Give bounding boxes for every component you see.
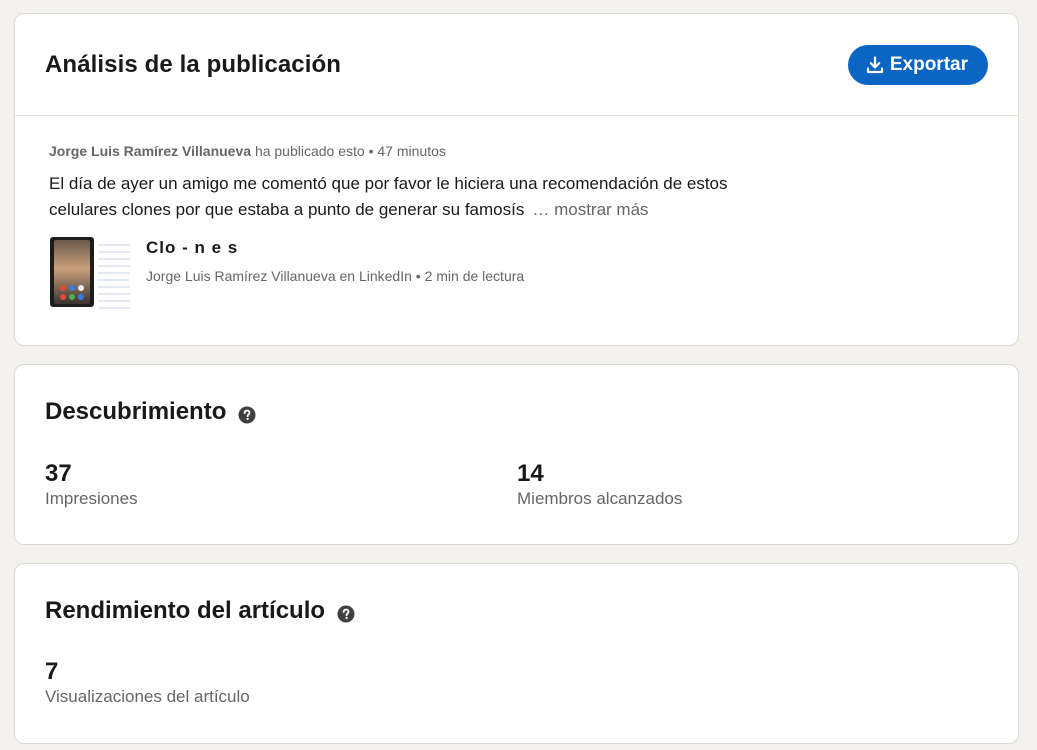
phone-image [50, 237, 94, 307]
article-views-metric: 7 Visualizaciones del artículo [45, 658, 250, 707]
show-more-link[interactable]: … mostrar más [532, 200, 648, 219]
article-title[interactable]: Clo - n e s [146, 238, 238, 258]
question-circle-icon[interactable] [337, 602, 355, 623]
meta-separator: • [368, 143, 374, 159]
post-meta: Jorge Luis Ramírez Villanueva ha publica… [49, 143, 446, 159]
discovery-heading: Descubrimiento [45, 398, 256, 426]
post-analysis-header: Análisis de la publicación Exportar [15, 14, 1018, 116]
members-reached-value: 14 [517, 460, 544, 487]
post-time: 47 minutos [377, 143, 446, 159]
export-button[interactable]: Exportar [847, 45, 988, 85]
download-icon [866, 56, 884, 74]
discovery-card: Descubrimiento 37 Impresiones 14 Miembro… [14, 364, 1019, 545]
article-subtitle: Jorge Luis Ramírez Villanueva en LinkedI… [146, 268, 525, 284]
members-reached-metric: 14 Miembros alcanzados [517, 460, 682, 509]
discovery-title: Descubrimiento [45, 398, 227, 425]
post-author[interactable]: Jorge Luis Ramírez Villanueva [49, 143, 251, 159]
impressions-label: Impresiones [45, 489, 138, 508]
impressions-value: 37 [45, 460, 72, 487]
post-analysis-card: Análisis de la publicación Exportar Jorg… [14, 13, 1019, 346]
article-page-image [98, 239, 130, 313]
export-label: Exportar [889, 54, 968, 75]
article-performance-title: Rendimiento del artículo [45, 597, 326, 624]
post-action: ha publicado esto [254, 143, 365, 159]
article-thumbnail[interactable] [50, 237, 130, 314]
members-reached-label: Miembros alcanzados [517, 489, 683, 508]
post-text: El día de ayer un amigo me comentó que p… [49, 171, 729, 223]
article-performance-heading: Rendimiento del artículo [45, 597, 355, 625]
impressions-metric: 37 Impresiones [45, 460, 138, 509]
question-circle-icon[interactable] [238, 403, 256, 424]
page-title: Análisis de la publicación [45, 51, 342, 78]
article-views-value: 7 [45, 658, 59, 685]
article-performance-card: Rendimiento del artículo 7 Visualizacion… [14, 563, 1019, 744]
article-views-label: Visualizaciones del artículo [45, 687, 250, 706]
